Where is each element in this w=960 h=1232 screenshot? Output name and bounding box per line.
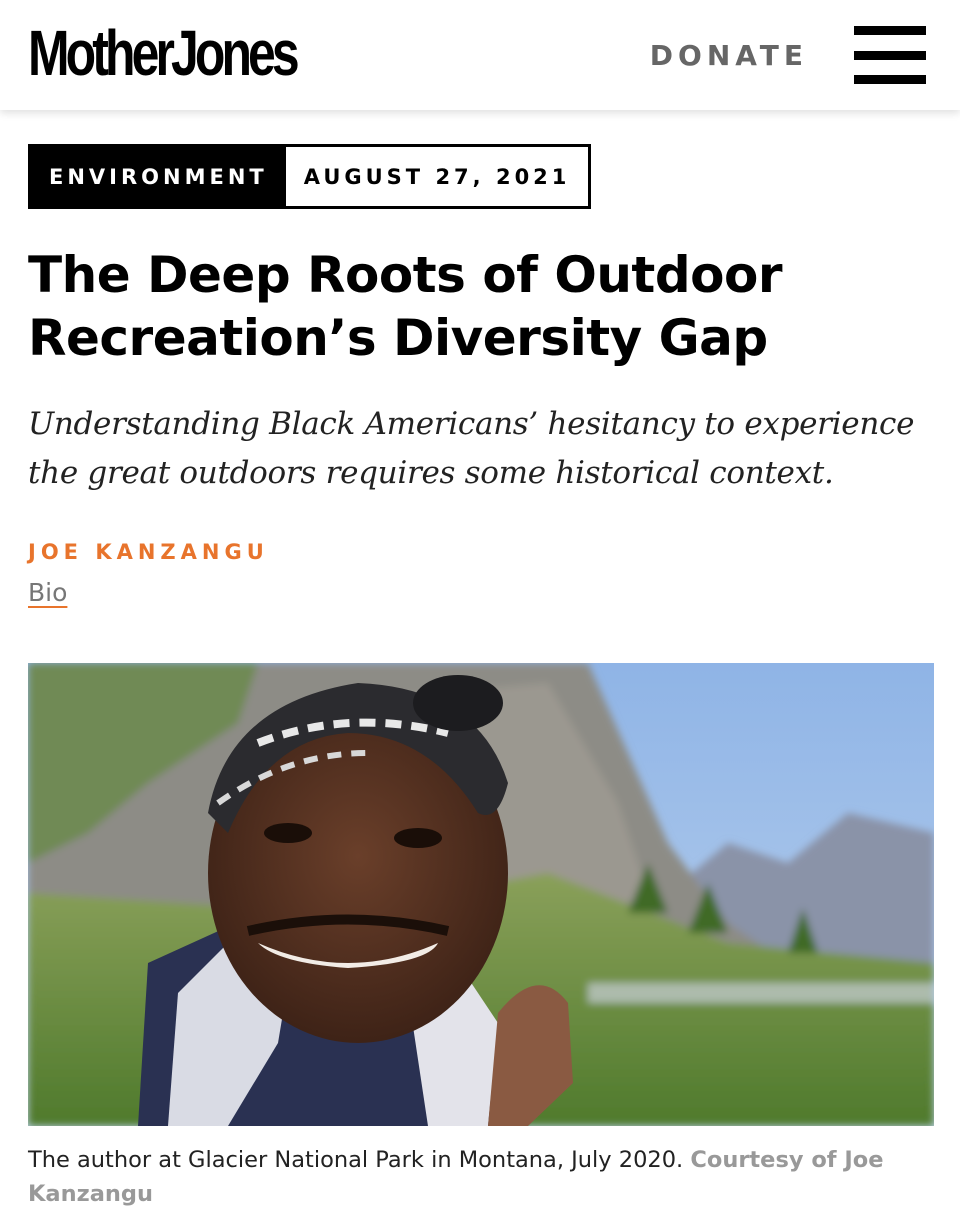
author-bio-link[interactable]: Bio	[28, 578, 67, 607]
caption-text: The author at Glacier National Park in M…	[28, 1147, 684, 1173]
donate-button[interactable]: DONATE	[650, 39, 808, 72]
publish-date: AUGUST 27, 2021	[285, 147, 589, 206]
author-byline[interactable]: JOE KANZANGU	[28, 540, 269, 564]
article-tags: ENVIRONMENT AUGUST 27, 2021	[28, 144, 592, 209]
photo-caption: The author at Glacier National Park in M…	[28, 1143, 928, 1211]
hamburger-menu-icon[interactable]	[854, 26, 926, 84]
menu-bar	[854, 50, 926, 60]
menu-bar	[854, 26, 926, 35]
article-dek: Understanding Black Americans’ hesitancy…	[28, 406, 915, 491]
article-headline: The Deep Roots of Outdoor Recreation’s D…	[28, 246, 782, 367]
photo-illustration	[28, 663, 934, 1126]
menu-bar	[854, 75, 926, 84]
section-tag[interactable]: ENVIRONMENT	[31, 147, 286, 206]
mother-jones-logo[interactable]: MotherJones	[28, 21, 300, 85]
site-header: MotherJones DONATE	[0, 0, 960, 110]
lead-photo	[28, 663, 934, 1126]
header-actions: DONATE	[650, 26, 926, 84]
